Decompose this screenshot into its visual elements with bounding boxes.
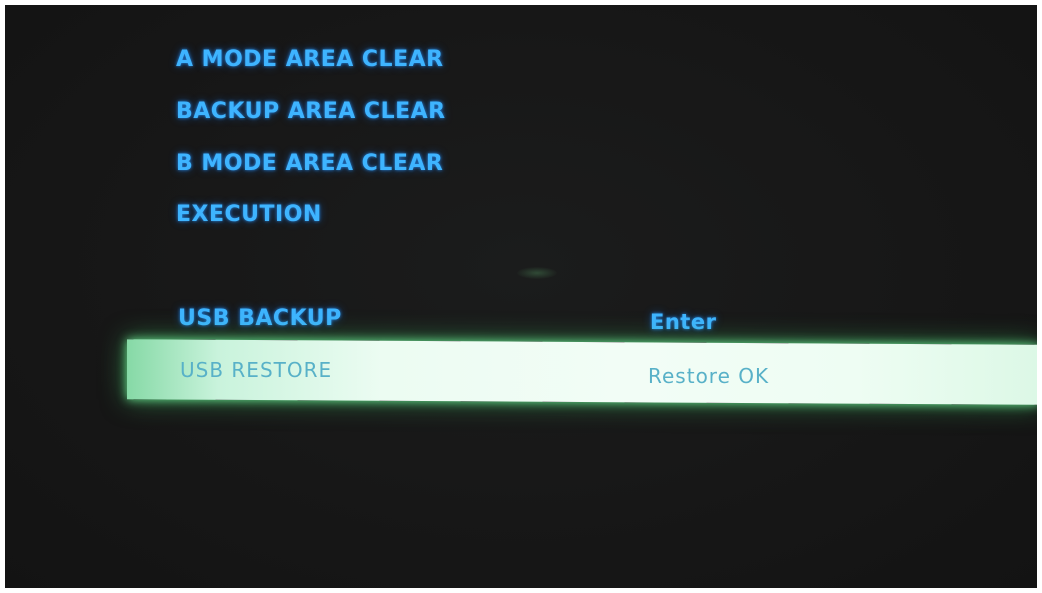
menu-item-usb-backup[interactable]: USB BACKUP	[178, 306, 342, 331]
usb-restore-status: Restore OK	[648, 364, 770, 388]
menu-item-a-mode-area-clear[interactable]: A MODE AREA CLEAR	[176, 47, 444, 72]
menu-item-b-mode-area-clear[interactable]: B MODE AREA CLEAR	[176, 151, 443, 176]
screen-glare	[517, 267, 557, 279]
menu-item-backup-area-clear[interactable]: BACKUP AREA CLEAR	[176, 99, 446, 124]
monitor-screen: A MODE AREA CLEAR BACKUP AREA CLEAR B MO…	[5, 5, 1037, 588]
menu-item-usb-restore[interactable]: USB RESTORE	[180, 358, 332, 382]
menu-item-execution[interactable]: EXECUTION	[176, 202, 322, 227]
usb-backup-status: Enter	[650, 310, 717, 334]
